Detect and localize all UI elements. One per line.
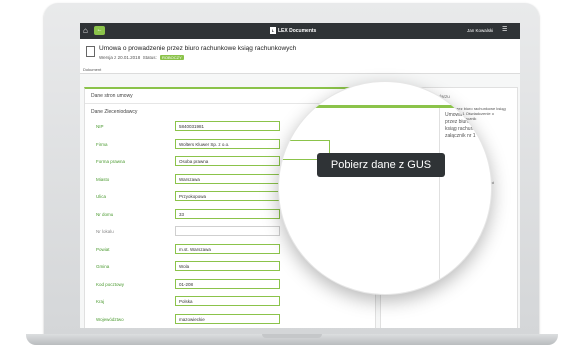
tab-document[interactable]: Dokument	[83, 67, 101, 72]
field-label: Nr lokalu	[96, 229, 114, 234]
field-label: Gmina	[96, 264, 110, 269]
field-label: Forma prawna	[96, 159, 126, 164]
field-input[interactable]: m.st. Warszawa	[175, 243, 280, 254]
fetch-gus-button[interactable]: Pobierz dane z GUS	[317, 153, 445, 177]
field-input[interactable]: Wola	[175, 261, 280, 271]
field-input[interactable]: Osoba prawna	[175, 156, 280, 166]
field-label: Kod pocztowy	[96, 281, 125, 287]
app-screen: ⌂ ← L LEX Documents Jan Kowalski ☰ Umowa …	[80, 23, 520, 328]
field-label: Kraj	[96, 299, 105, 304]
field-label: NIP	[96, 124, 104, 129]
home-icon[interactable]: ⌂	[83, 26, 92, 35]
field-input[interactable]: Polska	[175, 296, 280, 306]
field-input[interactable]: Warszawa	[175, 173, 280, 184]
form-row: Kraj Polska	[91, 296, 371, 311]
magnified-templates-text: Umowa o prowadzenie przez biuro rachunko…	[445, 112, 492, 139]
app-name: LEX Documents	[278, 27, 317, 34]
user-name[interactable]: Jan Kowalski	[467, 28, 493, 33]
document-header: Umowa o prowadzenie przez biuro rachunko…	[80, 39, 520, 74]
field-label: Firma	[96, 141, 108, 147]
magnified-divider	[439, 108, 440, 294]
version-label: Wersja z 20.01.2018	[99, 55, 141, 60]
status-badge: ROBOCZY	[160, 55, 184, 60]
magnified-accent-line	[279, 105, 491, 108]
magnified-input	[279, 282, 320, 294]
field-label: Ulica	[96, 194, 107, 199]
field-input[interactable]: 01-208	[175, 278, 280, 289]
field-input[interactable]: mazowieckie	[175, 313, 280, 324]
app-logo-icon: L	[270, 27, 276, 34]
field-input[interactable]	[175, 226, 280, 236]
field-label: Powiat	[96, 246, 110, 252]
back-button[interactable]: ←	[94, 26, 105, 35]
field-input[interactable]: 5840031981	[175, 121, 280, 131]
laptop-notch	[262, 334, 322, 338]
form-row: Województwo mazowieckie	[91, 313, 371, 329]
top-bar: ⌂ ← L LEX Documents Jan Kowalski ☰	[80, 23, 520, 39]
document-meta: Wersja z 20.01.2018 Status: ROBOCZY	[99, 55, 184, 60]
field-label: Miasto	[96, 176, 110, 182]
field-label: Nr domu	[96, 211, 114, 217]
magnifier-lens: Umowa o prowadzenie przez biuro rachunko…	[278, 81, 492, 295]
field-label: Województwo	[96, 316, 124, 322]
section-title: Dane stron umowy	[91, 93, 133, 99]
field-input[interactable]: 33	[175, 208, 280, 219]
document-title: Umowa o prowadzenie przez biuro rachunko…	[99, 45, 297, 52]
status-label: Status:	[142, 55, 157, 60]
menu-icon[interactable]: ☰	[502, 26, 507, 33]
subsection-title: Dane Zleceniodawcy	[91, 109, 138, 115]
field-input[interactable]: Wolters Kluwer Sp. z o.o.	[175, 138, 280, 149]
document-icon	[86, 46, 95, 57]
form-row: Kod pocztowy 01-208	[91, 278, 371, 294]
field-input[interactable]: Przyokopowa	[175, 191, 280, 201]
app-brand: L LEX Documents	[270, 27, 316, 34]
